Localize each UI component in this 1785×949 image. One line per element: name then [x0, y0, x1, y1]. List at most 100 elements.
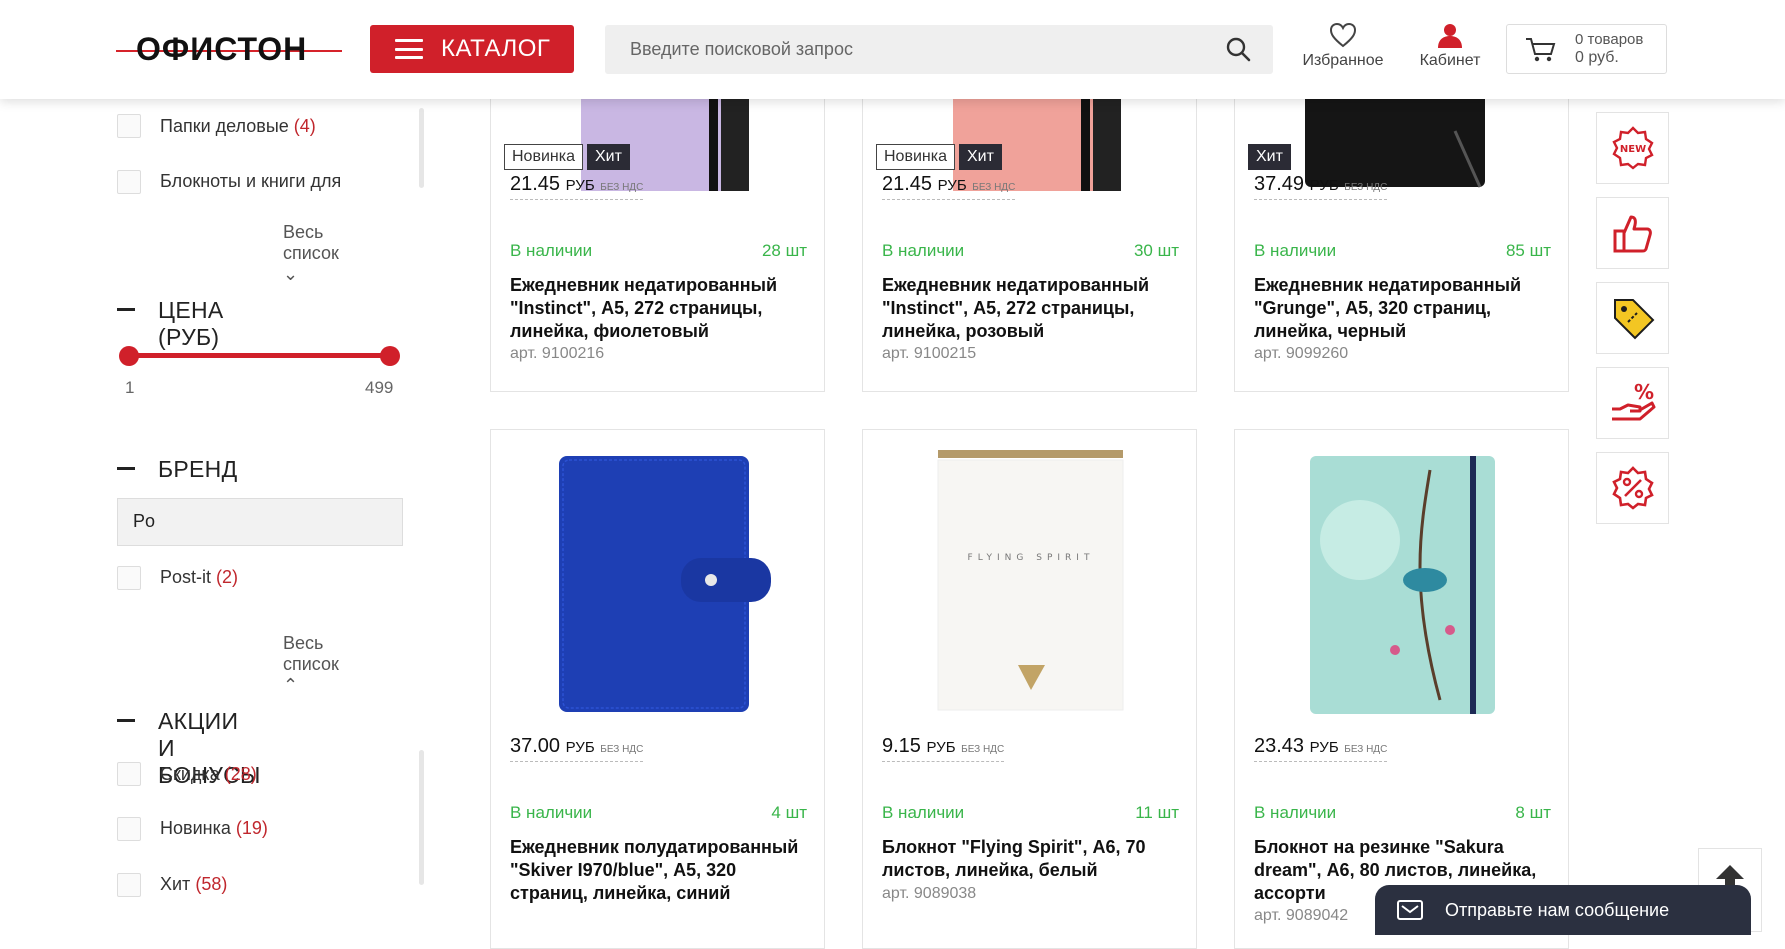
filter-item[interactable]: Новинка (19) [160, 818, 268, 839]
search-icon[interactable] [1225, 36, 1251, 62]
collapse-icon[interactable] [117, 467, 135, 470]
show-all-link[interactable]: Весь список ⌄ [283, 222, 339, 285]
svg-text:%: % [1634, 381, 1654, 404]
filter-item[interactable]: Блокноты и книги для [160, 171, 341, 192]
filter-item[interactable]: Хит (58) [160, 874, 227, 895]
scrollbar[interactable] [419, 108, 424, 188]
filter-item[interactable]: Папки деловые (4) [160, 116, 316, 137]
stock-qty: 85 шт [1505, 241, 1551, 260]
search-input[interactable] [605, 25, 1205, 74]
cabinet-label: Кабинет [1419, 52, 1481, 69]
percent-hand-icon: % [1611, 381, 1655, 421]
stock-qty: 28 шт [761, 241, 807, 260]
chevron-up-icon: ⌃ [283, 675, 299, 695]
checkbox[interactable] [117, 762, 141, 786]
user-icon [1438, 24, 1462, 48]
product-article: арт. 9089038 [882, 885, 977, 902]
price-min-label: 1 [125, 378, 135, 397]
hits-button[interactable] [1596, 197, 1669, 269]
checkbox[interactable] [117, 873, 141, 897]
checkbox[interactable] [117, 114, 141, 138]
stock-status: В наличии [1254, 803, 1337, 822]
product-price: 37.00 РУБ БЕЗ НДС [510, 735, 644, 762]
product-price: 37.49 РУБ БЕЗ НДС [1254, 173, 1388, 200]
product-image[interactable] [1300, 450, 1510, 720]
discount-badge-icon [1611, 466, 1654, 510]
cover-text: FLYING SPIRIT [968, 553, 1095, 563]
product-name[interactable]: Ежедневник недатированный "Instinct", А5… [882, 274, 1182, 343]
mail-icon [1397, 900, 1423, 920]
price-min-handle[interactable] [119, 346, 139, 366]
hit-badge: Хит [1248, 144, 1291, 170]
scrollbar[interactable] [419, 750, 424, 885]
product-image[interactable] [551, 450, 771, 720]
checkbox[interactable] [117, 817, 141, 841]
stock-status: В наличии [882, 803, 965, 822]
product-name[interactable]: Ежедневник недатированный "Grunge", А5, … [1254, 274, 1554, 343]
hit-badge: Хит [586, 144, 630, 170]
new-badge: Новинка [876, 144, 955, 170]
catalog-label: КАТАЛОГ [441, 35, 551, 62]
filter-item[interactable]: Post-it (2) [160, 567, 238, 588]
product-price: 21.45 РУБ БЕЗ НДС [882, 173, 1016, 200]
brand-search-input[interactable]: Po [117, 498, 403, 546]
stock-qty: 8 шт [1515, 803, 1551, 822]
cabinet-button[interactable]: Кабинет [1410, 22, 1490, 70]
stock-status: В наличии [882, 241, 965, 260]
svg-text:NEW: NEW [1619, 144, 1645, 155]
product-price: 9.15 РУБ БЕЗ НДС [882, 735, 1005, 762]
product-price: 23.43 РУБ БЕЗ НДС [1254, 735, 1388, 762]
price-tag-icon [1613, 299, 1654, 340]
price-max-handle[interactable] [380, 346, 400, 366]
catalog-button[interactable]: КАТАЛОГ [370, 25, 574, 73]
cart-button[interactable]: 0 товаров 0 руб. [1506, 24, 1667, 74]
product-article: арт. 9100215 [882, 345, 977, 362]
product-article: арт. 9089042 [1254, 907, 1349, 924]
menu-icon [395, 39, 423, 59]
price-max-label: 499 [365, 378, 394, 397]
product-name[interactable]: Ежедневник недатированный "Instinct", А5… [510, 274, 810, 343]
stock-qty: 11 шт [1135, 803, 1179, 822]
product-card[interactable]: 37.00 РУБ БЕЗ НДС В наличии 4 шт Ежеднев… [490, 429, 825, 949]
cart-count: 0 товаров [1575, 31, 1644, 48]
search-bar [605, 25, 1273, 74]
product-card[interactable]: 23.43 РУБ БЕЗ НДС В наличии 8 шт Блокнот… [1234, 429, 1569, 949]
checkbox[interactable] [117, 566, 141, 590]
product-article: арт. 9100216 [510, 345, 605, 362]
chat-label: Отправьте нам сообщение [1445, 899, 1670, 920]
new-products-button[interactable]: NEW [1596, 112, 1669, 184]
stock-qty: 4 шт [771, 803, 807, 822]
filter-item[interactable]: Скидка (28) [160, 764, 257, 785]
collapse-icon[interactable] [117, 719, 135, 722]
favorites-button[interactable]: Избранное [1298, 22, 1388, 70]
price-section-title[interactable]: ЦЕНА (РУБ) [158, 297, 224, 351]
brand-section-title[interactable]: БРЕНД [158, 456, 237, 483]
checkbox[interactable] [117, 170, 141, 194]
new-icon: NEW [1611, 126, 1654, 170]
cart-sum: 0 руб. [1575, 49, 1619, 66]
product-card[interactable]: FLYING SPIRIT 9.15 РУБ БЕЗ НДС В наличии… [862, 429, 1197, 949]
product-name[interactable]: Блокнот "Flying Spirit", А6, 70 листов, … [882, 836, 1182, 882]
header: ОФИСТОН КАТАЛОГ Избранное Кабинет 0 това… [0, 0, 1785, 99]
discount-button[interactable]: % [1596, 367, 1669, 439]
logo-text: ОФИСТОН [136, 31, 308, 67]
product-name[interactable]: Ежедневник полудатированный "Skiver I970… [510, 836, 810, 905]
logo[interactable]: ОФИСТОН [116, 28, 342, 70]
product-price: 21.45 РУБ БЕЗ НДС [510, 173, 644, 200]
stock-qty: 30 шт [1133, 241, 1179, 260]
new-badge: Новинка [504, 144, 583, 170]
product-image[interactable]: FLYING SPIRIT [928, 450, 1138, 720]
hit-badge: Хит [958, 144, 1002, 170]
stock-status: В наличии [510, 241, 593, 260]
heart-icon [1329, 22, 1357, 48]
price-tag-button[interactable] [1596, 282, 1669, 354]
chat-button[interactable]: Отправьте нам сообщение [1375, 885, 1751, 935]
sale-button[interactable] [1596, 452, 1669, 524]
stock-status: В наличии [510, 803, 593, 822]
favorites-label: Избранное [1302, 52, 1384, 69]
show-all-link[interactable]: Весь список ⌃ [283, 633, 339, 696]
collapse-icon[interactable] [117, 308, 135, 311]
price-range-track[interactable] [128, 353, 390, 358]
stock-status: В наличии [1254, 241, 1337, 260]
chevron-down-icon: ⌄ [283, 264, 299, 284]
